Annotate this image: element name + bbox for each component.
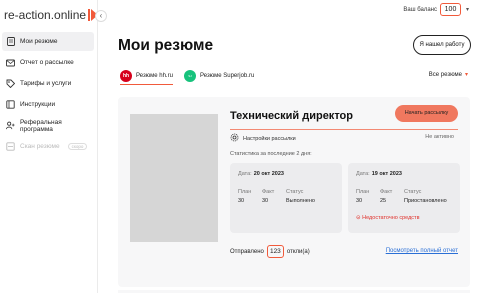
status-label: Статус bbox=[404, 189, 422, 195]
tab-hh[interactable]: hh Резюме hh.ru bbox=[120, 67, 173, 85]
fact-column: Факт 30 bbox=[262, 189, 274, 204]
warning-icon: ⊝ bbox=[356, 215, 361, 221]
resume-card: Технический директор Начать рассылку Нас… bbox=[118, 97, 470, 287]
sent-suffix: откли(а) bbox=[286, 248, 310, 255]
status-value: Приостановлено bbox=[404, 198, 447, 204]
logo-text: re-action.online bbox=[4, 8, 87, 22]
plan-value: 30 bbox=[238, 198, 245, 204]
tag-icon bbox=[6, 79, 15, 88]
filter-label: Все резюме bbox=[428, 72, 462, 78]
resume-title: Технический директор bbox=[230, 110, 353, 122]
plan-column: План 30 bbox=[238, 189, 251, 204]
plan-value: 30 bbox=[356, 198, 363, 204]
document-icon bbox=[6, 37, 15, 46]
stat-date: 20 окт 2023 bbox=[253, 171, 284, 177]
resume-tabs: hh Резюме hh.ru SJ Резюме Superjob.ru Вс… bbox=[118, 67, 468, 85]
start-mailing-button[interactable]: Начать рассылку bbox=[395, 105, 458, 122]
sidebar-item-label: Скан резюме bbox=[20, 143, 60, 150]
collapse-sidebar-button[interactable]: ‹ bbox=[95, 10, 107, 22]
gear-icon bbox=[230, 133, 239, 144]
balance-label: Ваш баланс bbox=[403, 7, 437, 13]
fact-label: Факт bbox=[262, 189, 275, 195]
status-value: Выполнено bbox=[286, 198, 315, 204]
sent-prefix: Отправлено bbox=[230, 248, 264, 255]
chevron-down-icon[interactable]: ▾ bbox=[466, 6, 469, 13]
tab-label: Резюме Superjob.ru bbox=[200, 73, 255, 79]
fact-label: Факт bbox=[380, 189, 393, 195]
sidebar-item-tariffs[interactable]: Тарифы и услуги bbox=[2, 74, 94, 93]
tab-superjob[interactable]: SJ Резюме Superjob.ru bbox=[184, 67, 254, 85]
full-report-link[interactable]: Посмотреть полный отчет bbox=[386, 248, 458, 254]
app-logo[interactable]: re-action.online bbox=[4, 8, 99, 22]
stat-card: Дата: 19 окт 2023 План 30 Факт 25 Статус … bbox=[348, 163, 460, 233]
page-title: Мои резюме bbox=[118, 37, 214, 54]
main-content: Мои резюме Я нашел работу hh Резюме hh.r… bbox=[98, 22, 479, 293]
mailing-status: Не активно bbox=[425, 134, 454, 140]
sidebar-item-my-resumes[interactable]: Мои резюме bbox=[2, 32, 94, 51]
resume-photo bbox=[130, 114, 218, 242]
hh-logo-icon: hh bbox=[120, 69, 132, 82]
chevron-left-icon: ‹ bbox=[99, 11, 103, 20]
balance-value[interactable]: 100 bbox=[440, 3, 461, 16]
sidebar-item-label: Отчет о рассылке bbox=[20, 59, 74, 66]
sidebar-item-label: Тарифы и услуги bbox=[20, 80, 72, 87]
envelope-icon bbox=[6, 58, 15, 67]
sidebar-item-label: Мои резюме bbox=[20, 38, 58, 45]
sidebar: re-action.online Мои резюме Отчет о расс… bbox=[0, 0, 99, 293]
sent-count: 123 bbox=[266, 245, 284, 258]
status-column: Статус Выполнено bbox=[286, 189, 315, 204]
sidebar-item-scan-resume: Скан резюме скоро bbox=[2, 137, 94, 156]
tab-label: Резюме hh.ru bbox=[136, 72, 173, 79]
superjob-logo-icon: SJ bbox=[184, 70, 196, 82]
book-icon bbox=[6, 100, 15, 109]
date-label: Дата: bbox=[356, 171, 370, 177]
stat-date: 19 окт 2023 bbox=[371, 171, 402, 177]
fact-value: 25 bbox=[380, 198, 387, 204]
sidebar-item-mailing-report[interactable]: Отчет о рассылке bbox=[2, 53, 94, 72]
fact-value: 30 bbox=[262, 198, 269, 204]
scan-icon bbox=[6, 142, 15, 151]
plan-column: План 30 bbox=[356, 189, 369, 204]
top-bar: Ваш баланс 100 ▾ bbox=[98, 0, 479, 22]
stats-title: Статистика за последние 2 дня: bbox=[230, 151, 312, 157]
found-job-button[interactable]: Я нашел работу bbox=[413, 35, 471, 55]
stat-card: Дата: 20 окт 2023 План 30 Факт 30 Статус … bbox=[230, 163, 342, 233]
plan-label: План bbox=[356, 189, 370, 195]
add-user-icon bbox=[6, 121, 15, 130]
soon-badge: скоро bbox=[67, 143, 88, 150]
fact-column: Факт 25 bbox=[380, 189, 392, 204]
chevron-down-icon: ▾ bbox=[464, 72, 468, 78]
sent-summary: Отправлено 123 откли(а) bbox=[230, 245, 310, 258]
status-column: Статус Приостановлено bbox=[404, 189, 447, 204]
plan-label: План bbox=[238, 189, 252, 195]
resume-filter-dropdown[interactable]: Все резюме ▾ bbox=[429, 71, 468, 78]
sidebar-nav: Мои резюме Отчет о рассылке Тарифы и усл… bbox=[0, 32, 96, 158]
stat-date-row: Дата: 19 окт 2023 bbox=[356, 171, 402, 177]
sidebar-item-instructions[interactable]: Инструкции bbox=[2, 95, 94, 114]
settings-label: Настройки рассылки bbox=[243, 135, 296, 142]
divider bbox=[230, 129, 458, 130]
stat-date-row: Дата: 20 окт 2023 bbox=[238, 171, 284, 177]
sidebar-item-label: Реферальная программа bbox=[20, 118, 62, 133]
status-label: Статус bbox=[286, 189, 304, 195]
insufficient-funds-warning: ⊝ Недостаточно средств bbox=[356, 215, 420, 221]
warning-text: Недостаточно средств bbox=[362, 215, 420, 221]
sidebar-item-label: Инструкции bbox=[20, 101, 56, 108]
mailing-settings-link[interactable]: Настройки рассылки bbox=[230, 133, 296, 144]
sidebar-item-referral[interactable]: Реферальная программа bbox=[2, 116, 94, 135]
date-label: Дата: bbox=[238, 171, 252, 177]
